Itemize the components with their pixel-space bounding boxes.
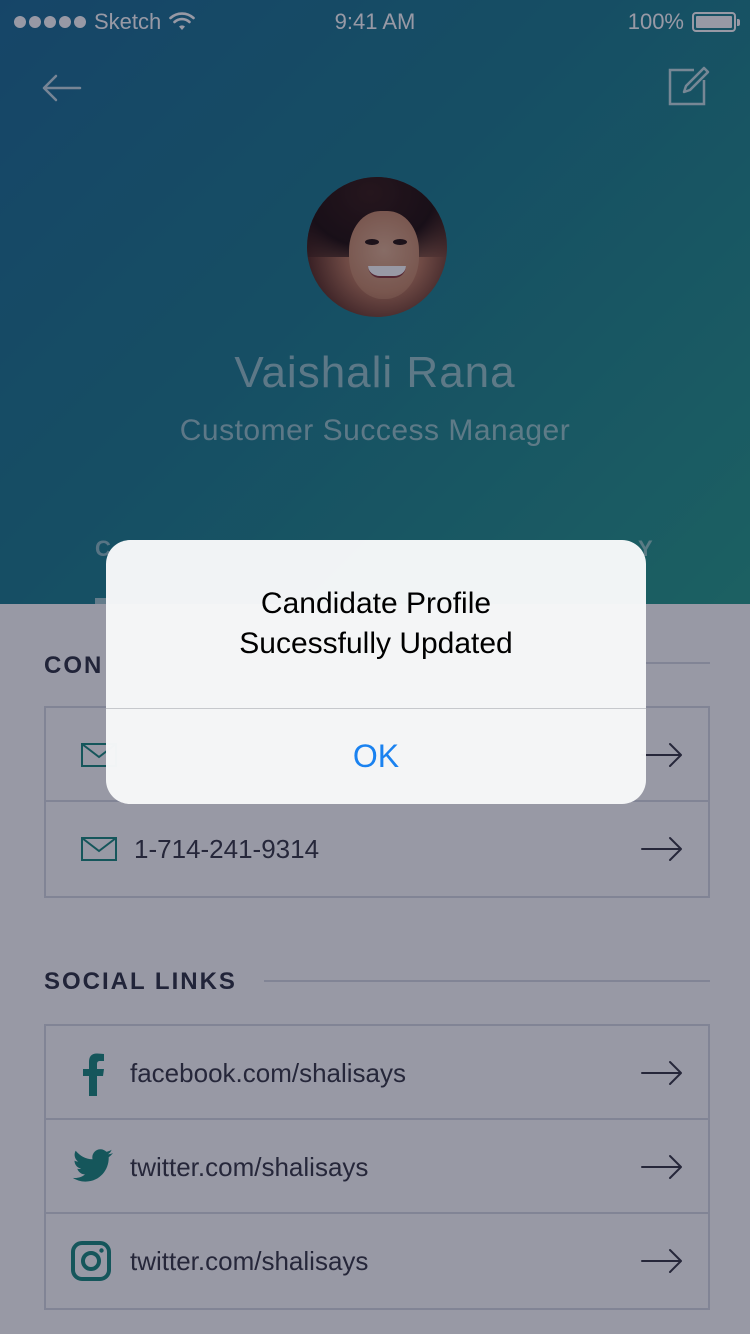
alert-title-line2: Sucessfully Updated — [239, 627, 513, 660]
alert-title: Candidate Profile Sucessfully Updated — [106, 584, 646, 664]
ok-button[interactable]: OK — [106, 709, 646, 804]
profile-screen: Sketch 9:41 AM 100% Vaishali Rana Custom… — [0, 0, 750, 1334]
alert-title-line1: Candidate Profile — [260, 587, 492, 620]
alert-dialog: Candidate Profile Sucessfully Updated OK — [106, 540, 646, 804]
